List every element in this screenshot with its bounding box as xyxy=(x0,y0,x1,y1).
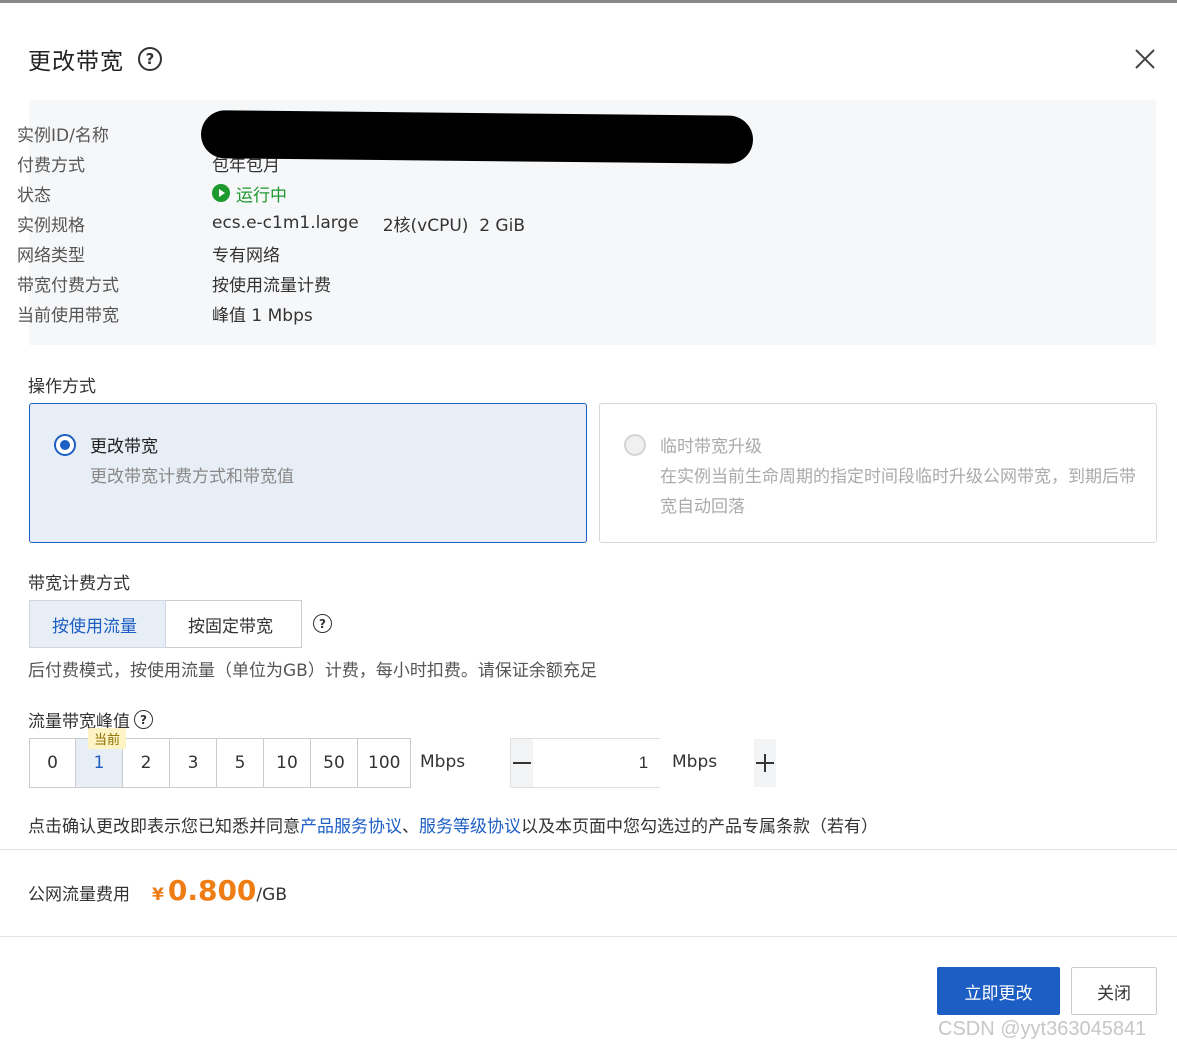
billing-toggle: 按使用流量 按固定带宽 xyxy=(29,600,302,648)
running-icon xyxy=(212,184,230,202)
bw-option-2[interactable]: 2 xyxy=(123,738,170,788)
fee-unit: /GB xyxy=(256,885,287,905)
bw-option-10[interactable]: 10 xyxy=(264,738,311,788)
bandwidth-stepper xyxy=(510,738,776,788)
option-title: 临时带宽升级 xyxy=(660,437,762,457)
service-agreement-link[interactable]: 产品服务协议 xyxy=(300,817,402,837)
radio-checked[interactable] xyxy=(54,434,76,456)
current-tag: 当前 xyxy=(88,728,127,749)
billing-note: 后付费模式，按使用流量（单位为GB）计费，每小时扣费。请保证余额充足 xyxy=(28,661,597,681)
fee-currency: ¥ xyxy=(152,885,164,905)
help-icon[interactable]: ? xyxy=(134,710,153,729)
info-label: 网络类型 xyxy=(17,245,85,266)
spec-value: ecs.e-c1m1.large 2核(vCPU) 2 GiB xyxy=(212,211,525,236)
billing-label: 带宽计费方式 xyxy=(28,574,130,594)
dialog-title: 更改带宽 xyxy=(28,49,124,75)
info-row-network: 网络类型 专有网络 xyxy=(17,239,280,267)
bandwidth-input[interactable] xyxy=(533,739,754,787)
info-label: 当前使用带宽 xyxy=(17,305,119,326)
info-value: 峰值 1 Mbps xyxy=(212,305,313,326)
info-label: 带宽付费方式 xyxy=(17,275,119,296)
info-label: 实例ID/名称 xyxy=(17,125,109,146)
info-row-spec: 实例规格 ecs.e-c1m1.large 2核(vCPU) 2 GiB xyxy=(17,209,525,237)
spec-name: ecs.e-c1m1.large xyxy=(212,213,359,233)
info-value: 专有网络 xyxy=(212,245,280,266)
operation-label: 操作方式 xyxy=(28,377,96,397)
fee-row: 公网流量费用 ¥ 0.800 /GB xyxy=(28,874,287,907)
info-value: 按使用流量计费 xyxy=(212,275,331,296)
stepper-unit: Mbps xyxy=(672,752,718,772)
dialog-header: 更改带宽 ? xyxy=(28,42,162,76)
agreement-text: 点击确认更改即表示您已知悉并同意产品服务协议、服务等级协议以及本页面中您勾选过的… xyxy=(28,812,878,837)
bw-option-0[interactable]: 0 xyxy=(29,738,76,788)
option-change-bandwidth[interactable]: 更改带宽 更改带宽计费方式和带宽值 xyxy=(29,403,587,543)
option-desc: 在实例当前生命周期的指定时间段临时升级公网带宽，到期后带宽自动回落 xyxy=(660,467,1136,517)
fee-label: 公网流量费用 xyxy=(28,885,130,905)
help-icon[interactable]: ? xyxy=(313,614,332,633)
radio-disabled xyxy=(624,434,646,456)
info-label: 实例规格 xyxy=(17,215,85,236)
divider xyxy=(0,849,1177,850)
option-desc: 更改带宽计费方式和带宽值 xyxy=(90,467,294,487)
bw-option-3[interactable]: 3 xyxy=(170,738,217,788)
info-label: 付费方式 xyxy=(17,155,85,176)
info-row-bw-billing: 带宽付费方式 按使用流量计费 xyxy=(17,269,331,297)
close-button[interactable]: 关闭 xyxy=(1071,967,1157,1015)
divider xyxy=(0,936,1177,937)
top-border xyxy=(0,0,1177,3)
plus-button[interactable] xyxy=(754,739,776,787)
fee-price: 0.800 xyxy=(167,874,257,907)
info-row-instance-id: 实例ID/名称 xyxy=(17,119,212,147)
bw-option-100[interactable]: 100 xyxy=(358,738,412,788)
watermark: CSDN @yyt363045841 xyxy=(938,1018,1147,1040)
spec-cpu-mem: 2核(vCPU) 2 GiB xyxy=(382,215,525,236)
minus-button[interactable] xyxy=(511,739,533,787)
info-row-current-bw: 当前使用带宽 峰值 1 Mbps xyxy=(17,299,313,327)
status-text: 运行中 xyxy=(236,185,287,206)
bandwidth-presets: 0 1 2 3 5 10 50 100 xyxy=(29,738,412,788)
help-icon[interactable]: ? xyxy=(138,47,162,71)
billing-by-fixed[interactable]: 按固定带宽 xyxy=(166,600,302,648)
redaction-mark xyxy=(200,110,754,164)
preset-unit: Mbps xyxy=(420,752,466,772)
minus-icon xyxy=(513,762,531,764)
close-icon[interactable] xyxy=(1130,44,1160,74)
billing-by-traffic[interactable]: 按使用流量 xyxy=(29,600,166,648)
sla-link[interactable]: 服务等级协议 xyxy=(419,817,521,837)
status-value: 运行中 xyxy=(212,181,287,206)
bw-option-5[interactable]: 5 xyxy=(217,738,264,788)
agreement-suffix: 以及本页面中您勾选过的产品专属条款（若有） xyxy=(521,817,878,837)
bw-option-50[interactable]: 50 xyxy=(311,738,358,788)
confirm-change-button[interactable]: 立即更改 xyxy=(937,967,1060,1015)
option-title: 更改带宽 xyxy=(90,437,158,457)
info-row-status: 状态 运行中 xyxy=(17,179,287,207)
plus-icon xyxy=(756,754,774,772)
agreement-prefix: 点击确认更改即表示您已知悉并同意 xyxy=(28,817,300,837)
info-label: 状态 xyxy=(17,185,51,206)
option-temp-upgrade: 临时带宽升级 在实例当前生命周期的指定时间段临时升级公网带宽，到期后带宽自动回落 xyxy=(599,403,1157,543)
agreement-sep: 、 xyxy=(402,817,419,837)
